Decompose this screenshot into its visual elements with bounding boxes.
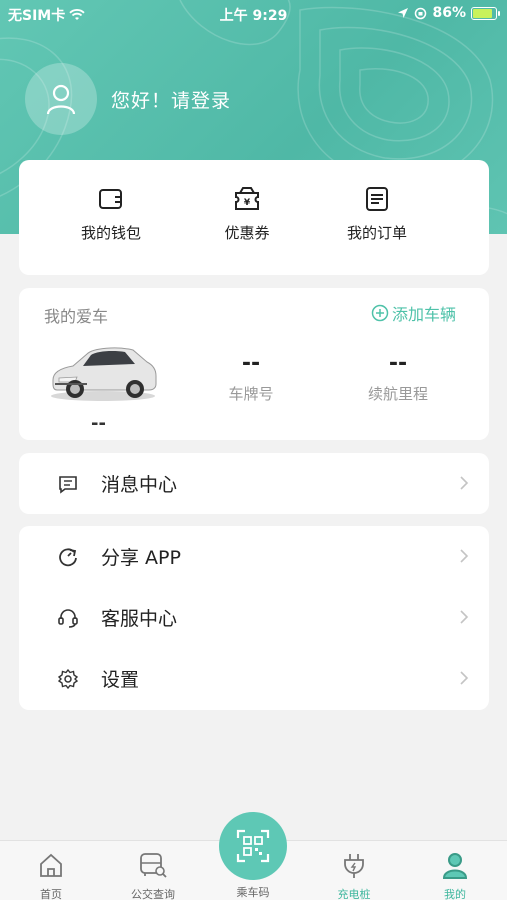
- menu-group-general: 分享 APP 客服中心 设置: [19, 526, 489, 710]
- gear-icon: [57, 668, 79, 690]
- tab-mine-label: 我的: [444, 888, 466, 900]
- wallet-icon: [99, 189, 122, 209]
- order-button[interactable]: 我的订单: [322, 184, 432, 243]
- message-center-label: 消息中心: [101, 474, 178, 496]
- customer-service-label: 客服中心: [101, 608, 178, 630]
- add-car-label: 添加车辆: [391, 305, 456, 324]
- chevron-right-icon: [460, 476, 469, 490]
- wallet-button[interactable]: 我的钱包: [56, 184, 166, 243]
- plate-value: --: [241, 351, 261, 376]
- location-icon: [398, 8, 409, 18]
- tab-bus-query[interactable]: 公交查询: [113, 849, 193, 900]
- settings-label: 设置: [101, 669, 140, 691]
- menu-item-settings[interactable]: 设置: [19, 648, 489, 709]
- tab-mine[interactable]: 我的: [415, 849, 495, 900]
- range-value: --: [388, 351, 408, 376]
- status-right: 86%: [397, 5, 500, 21]
- orientation-lock-icon: [415, 7, 427, 19]
- coupon-icon: ¥: [235, 187, 259, 210]
- tab-bus-query-label: 公交查询: [131, 888, 175, 900]
- order-icon: [366, 187, 388, 211]
- plate-label: 车牌号: [228, 385, 274, 403]
- avatar[interactable]: [25, 63, 97, 135]
- share-icon: [59, 548, 77, 567]
- car-name: --: [91, 413, 106, 434]
- greeting-text[interactable]: 您好！请登录: [111, 86, 231, 113]
- coupon-button[interactable]: ¥ 优惠券: [192, 184, 302, 243]
- wallet-label: 我的钱包: [80, 224, 141, 242]
- tab-charging[interactable]: 充电桩: [314, 849, 394, 900]
- order-label: 我的订单: [346, 224, 407, 242]
- plus-circle-icon: [371, 304, 389, 322]
- user-avatar-icon: [46, 84, 76, 115]
- tab-home-label: 首页: [40, 888, 62, 900]
- quick-actions-card: 我的钱包 ¥ 优惠券 我的订单: [19, 160, 489, 275]
- plug-icon: [344, 854, 364, 878]
- tab-charging-label: 充电桩: [337, 888, 371, 900]
- qrcode-icon: [236, 829, 270, 863]
- message-icon: [59, 476, 77, 494]
- bus-icon: [140, 853, 167, 878]
- login-prompt[interactable]: 您好！请登录: [25, 63, 231, 135]
- coupon-label: 优惠券: [224, 224, 270, 242]
- home-icon: [40, 853, 62, 877]
- range-label: 续航里程: [367, 385, 428, 403]
- ride-code-button[interactable]: [219, 812, 287, 880]
- plate-stat: -- 车牌号: [191, 351, 311, 404]
- ride-code-label: 乘车码: [236, 886, 270, 899]
- range-stat: -- 续航里程: [338, 351, 458, 404]
- add-car-button[interactable]: 添加车辆: [371, 301, 456, 325]
- status-bar: 无SIM卡 上午 9:29 86%: [0, 0, 507, 28]
- headset-icon: [58, 609, 78, 628]
- chevron-right-icon: [460, 610, 469, 624]
- menu-item-customer-service[interactable]: 客服中心: [19, 587, 489, 648]
- user-icon: [442, 853, 468, 879]
- car-image: [51, 347, 157, 401]
- tab-home[interactable]: 首页: [11, 849, 91, 900]
- menu-group-messages: 消息中心: [19, 453, 489, 514]
- my-car-card: 我的爱车 添加车辆 -- -- 车牌号 -- 续航里程: [19, 288, 489, 440]
- chevron-right-icon: [460, 549, 469, 563]
- battery-text: 86%: [432, 5, 466, 21]
- battery-icon: [471, 6, 500, 20]
- chevron-right-icon: [460, 671, 469, 685]
- svg-text:¥: ¥: [244, 198, 251, 208]
- my-car-title: 我的爱车: [44, 307, 109, 326]
- share-app-label: 分享 APP: [101, 547, 181, 569]
- menu-item-message-center[interactable]: 消息中心: [19, 453, 489, 514]
- menu-item-share-app[interactable]: 分享 APP: [19, 526, 489, 587]
